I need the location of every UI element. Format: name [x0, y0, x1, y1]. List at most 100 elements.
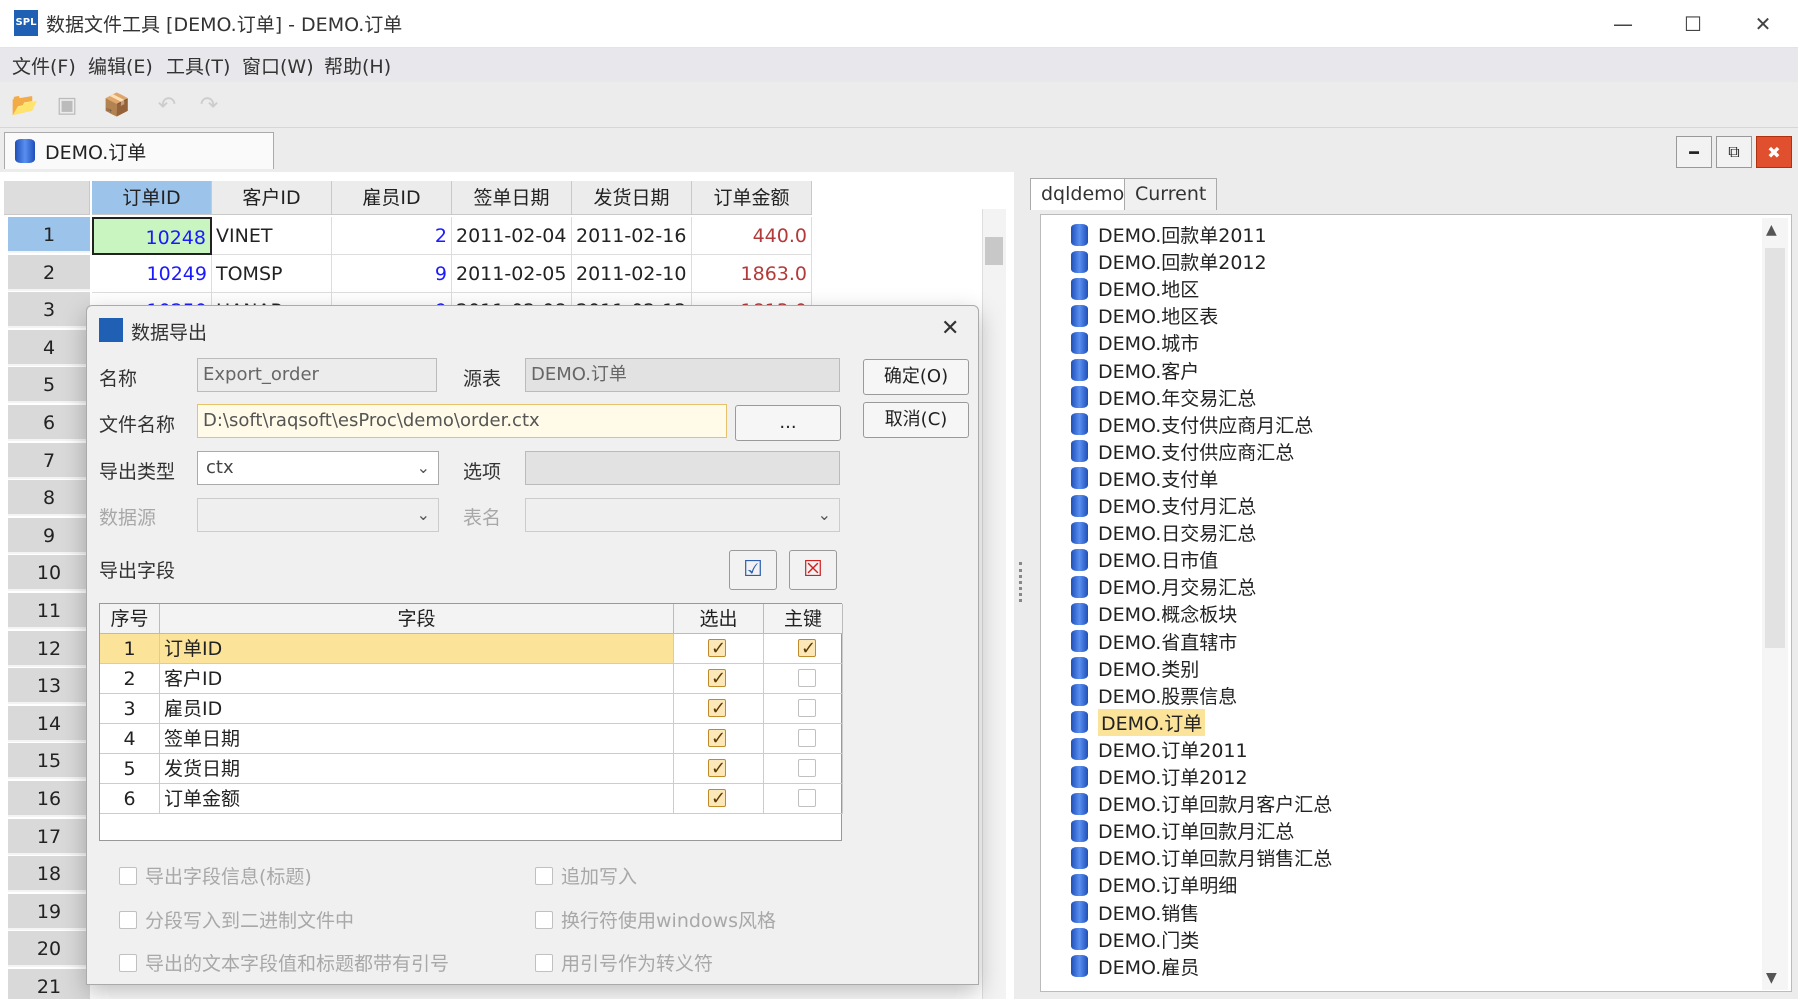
row-header[interactable]: 7 [8, 442, 90, 479]
column-header-employeeid[interactable]: 雇员ID [332, 181, 452, 215]
scrollbar-thumb[interactable] [985, 237, 1003, 265]
field-row-key-cell[interactable] [764, 694, 843, 724]
tree-item[interactable]: DEMO.支付供应商汇总 [1071, 438, 1294, 465]
grid-cell[interactable]: 2011-02-05 [452, 254, 572, 293]
document-tab[interactable]: DEMO.订单 [4, 132, 274, 169]
row-header[interactable]: 9 [8, 517, 90, 554]
row-header[interactable]: 5 [8, 367, 90, 404]
row-header[interactable]: 6 [8, 405, 90, 441]
tree-item[interactable]: DEMO.回款单2011 [1071, 221, 1267, 248]
field-row-name[interactable]: 雇员ID [160, 694, 674, 724]
field-row-key-cell[interactable] [764, 664, 843, 694]
field-row-name[interactable]: 客户ID [160, 664, 674, 694]
field-row-selected-cell[interactable] [674, 694, 764, 724]
selected-checkbox[interactable] [708, 694, 726, 724]
row-header[interactable]: 12 [8, 630, 90, 667]
row-header[interactable]: 10 [8, 555, 90, 592]
grid-cell[interactable]: 2 [332, 217, 452, 255]
menu-window[interactable]: 窗口(W) [242, 52, 314, 79]
export-icon[interactable]: 📦 [100, 89, 134, 121]
field-row-selected-cell[interactable] [674, 784, 764, 814]
key-checkbox[interactable] [798, 699, 816, 717]
field-row-number[interactable]: 1 [100, 634, 160, 664]
selected-checkbox[interactable] [708, 754, 726, 784]
field-row-key-cell[interactable] [764, 784, 843, 814]
field-row-key-cell[interactable] [764, 754, 843, 784]
close-window-button[interactable]: ✕ [1728, 0, 1798, 48]
tree-item[interactable]: DEMO.客户 [1071, 357, 1199, 384]
row-header[interactable]: 15 [8, 743, 90, 780]
column-header-orderdate[interactable]: 签单日期 [452, 181, 572, 215]
menu-file[interactable]: 文件(F) [12, 52, 76, 79]
key-checkbox[interactable] [798, 634, 816, 664]
field-row-number[interactable]: 6 [100, 784, 160, 814]
cancel-button[interactable]: 取消(C) [863, 402, 969, 438]
deselect-all-icon[interactable]: ☒ [789, 550, 837, 590]
row-header[interactable]: 20 [8, 931, 90, 968]
tree-item[interactable]: DEMO.股票信息 [1071, 682, 1237, 709]
field-row-selected-cell[interactable] [674, 754, 764, 784]
row-header[interactable]: 14 [8, 705, 90, 742]
grid-cell[interactable]: 10248 [92, 217, 212, 255]
grid-cell[interactable]: TOMSP [212, 254, 332, 293]
row-header[interactable]: 21 [8, 969, 90, 999]
field-row-number[interactable]: 2 [100, 664, 160, 694]
tree-item[interactable]: DEMO.月交易汇总 [1071, 573, 1256, 600]
tree-item[interactable]: DEMO.支付供应商月汇总 [1071, 411, 1313, 438]
tree-item[interactable]: DEMO.支付单 [1071, 465, 1218, 492]
save-icon[interactable]: ▣ [50, 89, 84, 121]
field-row-key-cell[interactable] [764, 724, 843, 754]
row-header[interactable]: 19 [8, 893, 90, 930]
row-header[interactable]: 8 [8, 480, 90, 517]
undo-icon[interactable]: ↶ [150, 89, 184, 121]
grid-cell[interactable]: 2011-02-10 [572, 254, 692, 293]
selected-checkbox[interactable] [708, 724, 726, 754]
row-header[interactable]: 13 [8, 668, 90, 705]
tree-item[interactable]: DEMO.订单明细 [1071, 871, 1237, 898]
grid-cell[interactable]: 10249 [92, 254, 212, 293]
row-header[interactable]: 11 [8, 593, 90, 629]
field-row-name[interactable]: 订单金额 [160, 784, 674, 814]
row-header[interactable]: 2 [8, 254, 90, 291]
row-header[interactable]: 3 [8, 292, 90, 329]
tree-item[interactable]: DEMO.订单回款月汇总 [1071, 817, 1294, 844]
tree-item[interactable]: DEMO.概念板块 [1071, 600, 1237, 627]
tree-item[interactable]: DEMO.订单2012 [1071, 763, 1248, 790]
field-row-name[interactable]: 订单ID [160, 634, 674, 664]
mdi-close-button[interactable]: ✖ [1756, 136, 1792, 168]
tree-item[interactable]: DEMO.年交易汇总 [1071, 384, 1256, 411]
field-row-selected-cell[interactable] [674, 634, 764, 664]
mdi-minimize-button[interactable]: ━ [1676, 136, 1712, 168]
tree-item[interactable]: DEMO.地区 [1071, 275, 1199, 302]
select-all-icon[interactable]: ☑ [729, 550, 777, 590]
key-checkbox[interactable] [798, 789, 816, 807]
selected-checkbox[interactable] [708, 664, 726, 694]
dialog-close-button[interactable]: ✕ [941, 316, 959, 341]
selected-checkbox[interactable] [708, 634, 726, 664]
row-header[interactable]: 16 [8, 781, 90, 817]
field-row-name[interactable]: 发货日期 [160, 754, 674, 784]
tree-item[interactable]: DEMO.地区表 [1071, 302, 1218, 329]
field-row-selected-cell[interactable] [674, 664, 764, 694]
grid-scrollbar[interactable] [982, 209, 1006, 999]
tree-item[interactable]: DEMO.日市值 [1071, 546, 1218, 573]
tree-item[interactable]: DEMO.城市 [1071, 329, 1199, 356]
tree-item[interactable]: DEMO.支付月汇总 [1071, 492, 1256, 519]
grid-cell[interactable]: VINET [212, 217, 332, 255]
field-row-number[interactable]: 5 [100, 754, 160, 784]
tree-item[interactable]: DEMO.门类 [1071, 926, 1199, 953]
grid-cell[interactable]: 2011-02-16 [572, 217, 692, 255]
scroll-up-icon[interactable]: ▲ [1766, 222, 1777, 238]
menu-help[interactable]: 帮助(H) [324, 52, 391, 79]
field-row-number[interactable]: 4 [100, 724, 160, 754]
tree-scrollbar[interactable]: ▲ ▼ [1762, 218, 1788, 990]
menu-edit[interactable]: 编辑(E) [88, 52, 153, 79]
tree-item[interactable]: DEMO.回款单2012 [1071, 248, 1267, 275]
file-name-field[interactable]: D:\soft\raqsoft\esProc\demo\order.ctx [197, 404, 727, 438]
tree-item[interactable]: DEMO.订单 [1071, 708, 1206, 736]
grid-cell[interactable]: 440.0 [692, 217, 812, 255]
field-row-name[interactable]: 签单日期 [160, 724, 674, 754]
export-type-select[interactable]: ctx ⌄ [197, 451, 439, 485]
tree-item[interactable]: DEMO.雇员 [1071, 953, 1199, 980]
open-folder-icon[interactable]: 📂 [8, 89, 42, 121]
